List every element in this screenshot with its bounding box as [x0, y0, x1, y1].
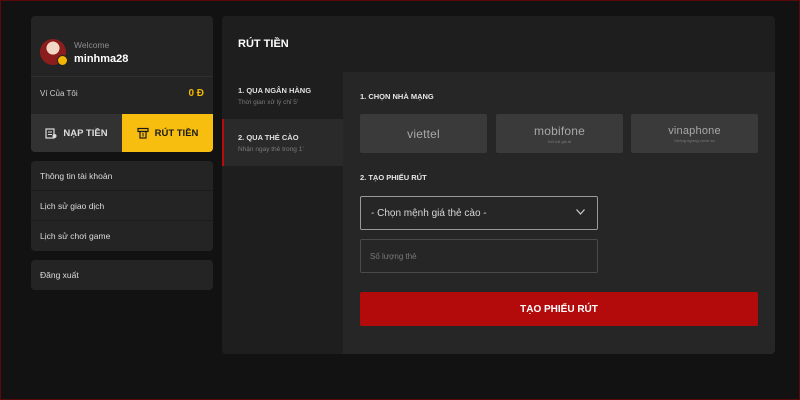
- carrier-viettel-logo: viettel: [407, 126, 440, 141]
- method-bank-name: 1. QUA NGÂN HÀNG: [238, 86, 312, 95]
- chevron-down-icon: [576, 209, 585, 215]
- card-quantity-input[interactable]: [360, 239, 598, 273]
- carrier-mobifone-tag: Kết nối giá trị: [547, 138, 572, 144]
- logout-button[interactable]: Đăng xuất: [31, 260, 213, 290]
- menu-item-game-history[interactable]: Lịch sử chơi game: [31, 221, 213, 251]
- carrier-viettel[interactable]: viettel: [360, 114, 487, 153]
- card-value-select[interactable]: - Chọn mệnh giá thẻ cào -: [360, 196, 598, 230]
- wallet-actions: NẠP TIỀN RÚT TIỀN: [31, 114, 213, 152]
- account-menu: Thông tin tài khoản Lịch sử giao dịch Lị…: [31, 161, 213, 251]
- withdraw-panel: RÚT TIỀN 1. QUA NGÂN HÀNG Thời gian xử l…: [222, 16, 775, 354]
- welcome-text: Welcome: [74, 39, 110, 50]
- withdraw-button[interactable]: RÚT TIỀN: [122, 114, 213, 152]
- carrier-vinaphone-tag: Không ngừng vươn xa: [674, 137, 715, 143]
- avatar[interactable]: [40, 39, 68, 66]
- section-carrier-label: 1. CHỌN NHÀ MẠNG: [360, 92, 434, 101]
- carrier-vinaphone-logo: vinaphone: [668, 124, 721, 137]
- withdraw-icon: [136, 127, 149, 139]
- carrier-mobifone-logo: mobifone: [534, 123, 585, 138]
- withdraw-label: RÚT TIỀN: [154, 127, 199, 139]
- create-voucher-button[interactable]: TẠO PHIẾU RÚT: [360, 292, 758, 326]
- username: minhma28: [74, 52, 129, 65]
- wallet-balance: 0 Đ: [188, 88, 204, 99]
- withdraw-methods: 1. QUA NGÂN HÀNG Thời gian xử lý chỉ 5' …: [222, 72, 343, 354]
- page-title: RÚT TIỀN: [238, 38, 289, 50]
- menu-item-transaction-history[interactable]: Lịch sử giao dịch: [31, 191, 213, 221]
- carrier-vinaphone[interactable]: vinaphone Không ngừng vươn xa: [631, 114, 758, 153]
- wallet-row: Ví Của Tôi 0 Đ: [31, 76, 213, 110]
- menu-item-account-info[interactable]: Thông tin tài khoản: [31, 161, 213, 191]
- method-card-sub: Nhận ngay thẻ trong 1': [238, 146, 304, 153]
- user-card: Welcome minhma28 Ví Của Tôi 0 Đ NẠP TIỀN…: [31, 16, 213, 152]
- deposit-button[interactable]: NẠP TIỀN: [31, 114, 122, 152]
- deposit-icon: [45, 128, 57, 139]
- user-header: Welcome minhma28: [31, 16, 213, 76]
- card-value-select-text: - Chọn mệnh giá thẻ cào -: [371, 207, 487, 219]
- method-card-name: 2. QUA THẺ CÀO: [238, 133, 299, 142]
- section-voucher-label: 2. TẠO PHIẾU RÚT: [360, 173, 427, 182]
- carrier-mobifone[interactable]: mobifone Kết nối giá trị: [496, 114, 623, 153]
- withdraw-form: 1. CHỌN NHÀ MẠNG viettel mobifone Kết nố…: [343, 72, 775, 354]
- deposit-label: NẠP TIỀN: [63, 127, 108, 139]
- method-bank[interactable]: 1. QUA NGÂN HÀNG Thời gian xử lý chỉ 5': [222, 72, 343, 119]
- method-card[interactable]: 2. QUA THẺ CÀO Nhận ngay thẻ trong 1': [222, 119, 343, 166]
- method-bank-sub: Thời gian xử lý chỉ 5': [238, 99, 299, 106]
- wallet-label: Ví Của Tôi: [40, 89, 78, 98]
